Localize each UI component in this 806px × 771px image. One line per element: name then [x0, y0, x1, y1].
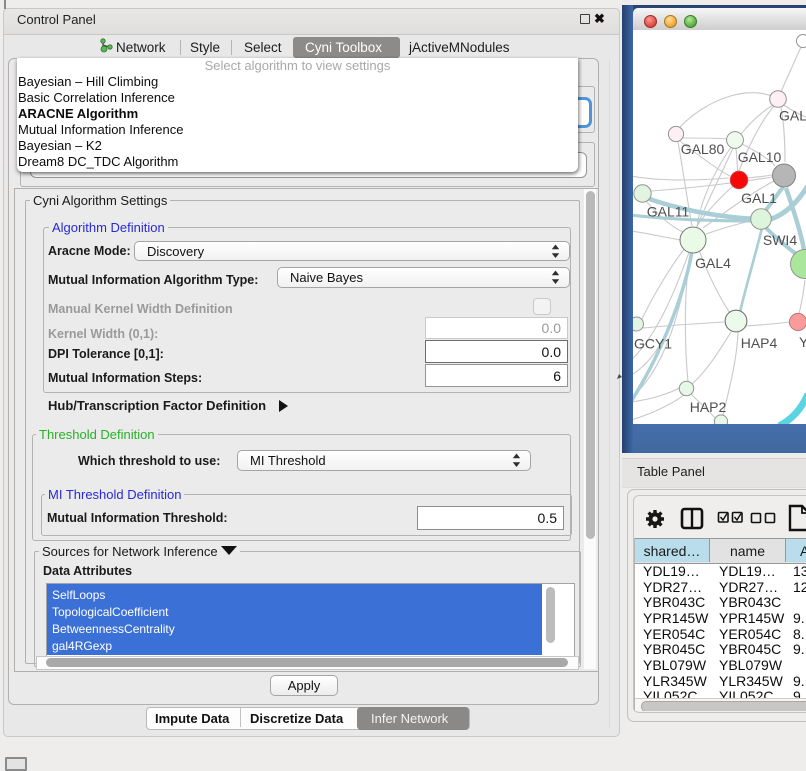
svg-text:GAL11: GAL11 — [647, 204, 690, 220]
svg-text:HAP4: HAP4 — [741, 335, 778, 351]
svg-text:GCY1: GCY1 — [634, 336, 672, 352]
svg-text:GAL4: GAL4 — [695, 255, 731, 271]
svg-text:GAL80: GAL80 — [681, 141, 725, 157]
svg-text:YE: YE — [799, 334, 806, 350]
svg-text:GAL7: GAL7 — [779, 108, 806, 124]
svg-text:GAL1: GAL1 — [741, 190, 777, 206]
svg-text:SWI4: SWI4 — [763, 232, 797, 248]
svg-text:GAL10: GAL10 — [738, 149, 782, 165]
svg-text:HAP2: HAP2 — [690, 399, 727, 415]
